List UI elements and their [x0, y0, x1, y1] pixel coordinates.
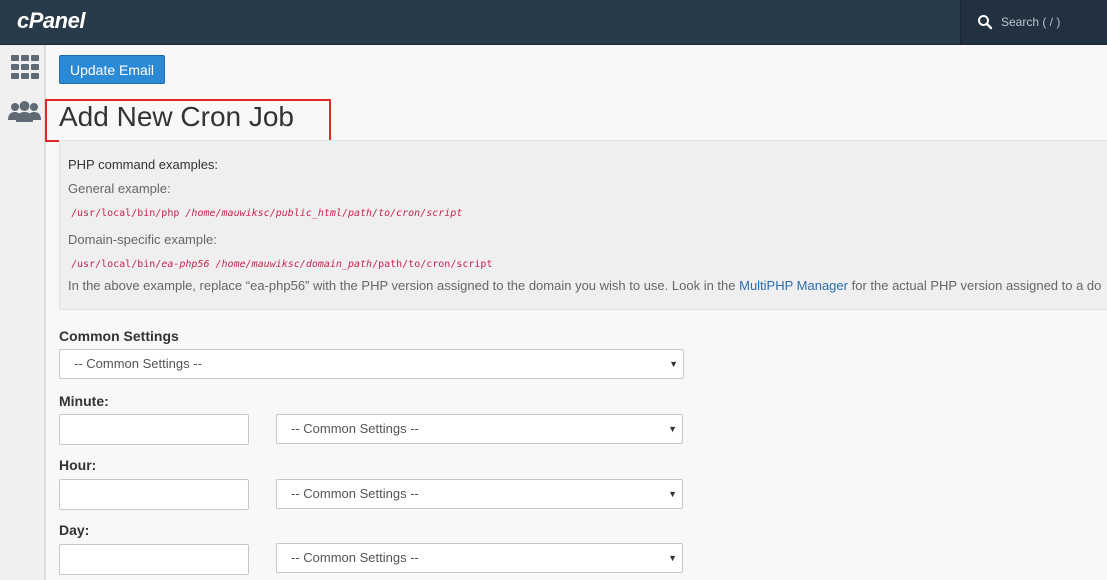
minute-input[interactable] [59, 414, 249, 445]
note-text-before: In the above example, replace “ea-php56”… [68, 278, 740, 293]
php-examples-panel: PHP command examples: General example: /… [59, 140, 1107, 310]
general-example-command: /usr/local/bin/php /home/mauwiksc/public… [71, 208, 462, 219]
general-cmd-prefix: /usr/local/bin/php [71, 208, 180, 219]
search-placeholder[interactable]: Search ( / ) [1001, 15, 1060, 29]
left-nav [0, 45, 46, 580]
domain-cmd-home: /home/mauwiksc/domain_path [215, 259, 373, 270]
caret-down-icon: ▼ [668, 424, 677, 434]
general-example-label: General example: [68, 181, 171, 196]
search-icon [978, 15, 993, 30]
day-label: Day: [59, 522, 90, 538]
main-content: Update Email Add New Cron Job PHP comman… [45, 45, 1107, 580]
minute-select-value: -- Common Settings -- [291, 421, 419, 436]
common-settings-value: -- Common Settings -- [74, 356, 202, 371]
hour-label: Hour: [59, 457, 97, 473]
grid-icon[interactable] [11, 55, 39, 79]
php-version-note: In the above example, replace “ea-php56”… [68, 278, 1101, 293]
domain-example-label: Domain-specific example: [68, 232, 217, 247]
search-box[interactable]: Search ( / ) [960, 0, 1107, 44]
hour-input[interactable] [59, 479, 249, 510]
domain-example-command: /usr/local/bin/ea-php56 /home/mauwiksc/d… [71, 259, 492, 270]
multiphp-manager-link[interactable]: MultiPHP Manager [739, 278, 848, 293]
general-cmd-path: /home/mauwiksc/public_html/path/to/cron/… [185, 208, 463, 219]
note-text-after: for the actual PHP version assigned to a… [847, 278, 1102, 293]
domain-cmd-prefix: /usr/local/bin/ [71, 259, 162, 270]
minute-label: Minute: [59, 393, 109, 409]
day-common-select[interactable]: -- Common Settings -- ▼ [276, 543, 683, 573]
common-settings-select[interactable]: -- Common Settings -- ▼ [59, 349, 684, 379]
minute-common-select[interactable]: -- Common Settings -- ▼ [276, 414, 683, 444]
hour-select-value: -- Common Settings -- [291, 486, 419, 501]
examples-heading: PHP command examples: [68, 157, 219, 172]
day-input[interactable] [59, 544, 249, 575]
caret-down-icon: ▼ [669, 359, 678, 369]
update-email-button[interactable]: Update Email [59, 55, 166, 84]
caret-down-icon: ▼ [668, 553, 677, 563]
hour-common-select[interactable]: -- Common Settings -- ▼ [276, 479, 683, 509]
top-bar: cPanel Search ( / ) [0, 0, 1107, 45]
common-settings-label: Common Settings [59, 328, 179, 344]
cpanel-logo[interactable]: cPanel [17, 8, 85, 34]
domain-cmd-rest: /path/to/cron/script [372, 259, 493, 270]
domain-cmd-version: ea-php56 [161, 259, 210, 270]
caret-down-icon: ▼ [668, 489, 677, 499]
title-highlight-box [45, 99, 331, 142]
users-icon[interactable] [8, 100, 41, 122]
day-select-value: -- Common Settings -- [291, 550, 419, 565]
